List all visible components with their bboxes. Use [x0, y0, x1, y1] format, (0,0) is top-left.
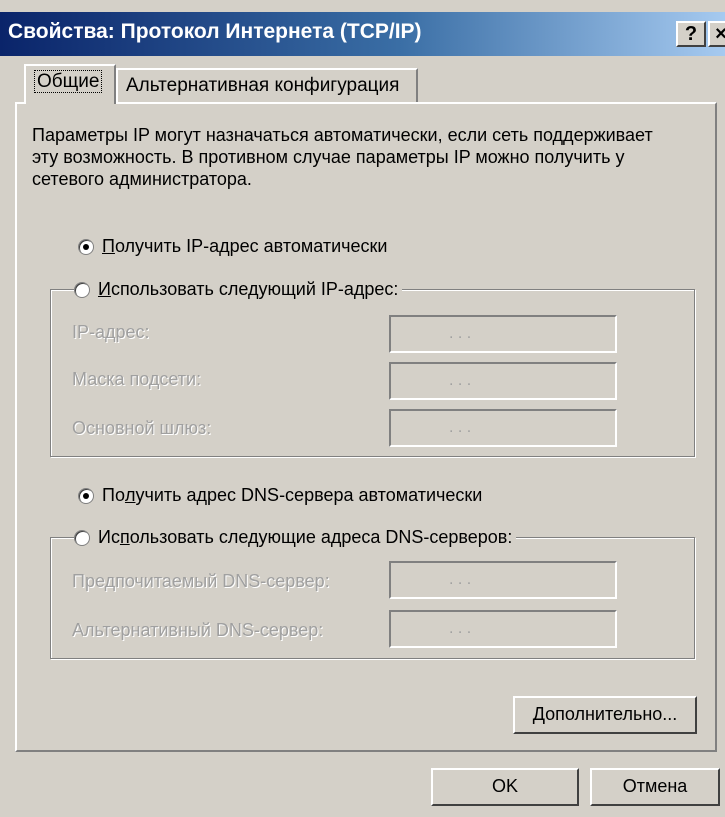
radio-dns-auto-indicator[interactable] — [78, 487, 94, 504]
cancel-button[interactable]: Отмена — [590, 768, 720, 806]
alternate-dns-field[interactable]: . . . — [389, 610, 617, 648]
preferred-dns-value: . . . — [449, 571, 472, 588]
subnet-mask-label: Маска подсети: — [72, 369, 202, 389]
default-gateway-value: . . . — [449, 419, 472, 436]
subnet-mask-field[interactable]: . . . — [389, 362, 617, 400]
preferred-dns-label: Предпочитаемый DNS-сервер: — [72, 571, 330, 591]
radio-dns-auto-hotkey: л — [124, 485, 136, 505]
ok-button[interactable]: OK — [431, 768, 579, 806]
radio-dns-manual[interactable]: Ис п ользовать следующие адреса DNS-сервер… — [74, 527, 517, 548]
radio-ip-auto-hotkey: П — [102, 236, 115, 256]
radio-ip-manual-label: спользовать следующий IP-адрес: — [110, 279, 399, 299]
ip-address-label: IP-адрес: — [72, 322, 150, 342]
radio-ip-manual[interactable]: Использовать следующий IP-адрес: — [74, 279, 403, 300]
description-text: Параметры IP могут назначаться автоматич… — [32, 125, 653, 189]
radio-dns-manual-hotkey: п — [119, 527, 130, 547]
radio-dns-manual-indicator[interactable] — [74, 529, 90, 546]
radio-ip-manual-indicator[interactable] — [74, 281, 90, 298]
radio-dns-auto-prefix: По — [102, 485, 125, 505]
advanced-button[interactable]: Дополнительно... — [513, 696, 697, 734]
radio-dns-auto-label: учить адрес DNS-сервера автоматически — [135, 485, 483, 505]
radio-dns-manual-prefix: Ис — [98, 527, 120, 547]
title-bar[interactable]: Свойства: Протокол Интернета (TCP/IP) ? … — [0, 12, 725, 56]
radio-dns-manual-label: ользовать следующие адреса DNS-серверов: — [129, 527, 513, 547]
radio-ip-auto-indicator[interactable] — [78, 238, 94, 255]
alternate-dns-label: Альтернативный DNS-сервер: — [72, 620, 324, 640]
ip-address-value: . . . — [449, 325, 472, 342]
tcpip-properties-dialog: Свойства: Протокол Интернета (TCP/IP) ? … — [0, 0, 725, 817]
radio-ip-manual-hotkey: И — [98, 279, 111, 299]
tab-general[interactable]: Общие — [24, 64, 116, 104]
close-button[interactable]: × — [708, 21, 725, 47]
default-gateway-field[interactable]: . . . — [389, 409, 617, 447]
radio-dns-auto[interactable]: По л учить адрес DNS-сервера автоматически — [78, 485, 487, 506]
ip-address-field[interactable]: . . . — [389, 315, 617, 353]
help-button[interactable]: ? — [676, 21, 706, 47]
tab-alternative-config[interactable]: Альтернативная конфигурация — [116, 68, 418, 104]
alternate-dns-value: . . . — [449, 620, 472, 637]
radio-ip-auto[interactable]: Получить IP-адрес автоматически — [78, 236, 392, 257]
preferred-dns-field[interactable]: . . . — [389, 561, 617, 599]
window-title: Свойства: Протокол Интернета (TCP/IP) — [8, 20, 422, 43]
subnet-mask-value: . . . — [449, 372, 472, 389]
radio-ip-auto-label: олучить IP-адрес автоматически — [114, 236, 388, 256]
tab-general-label: Общие — [34, 70, 103, 93]
default-gateway-label: Основной шлюз: — [72, 418, 212, 438]
